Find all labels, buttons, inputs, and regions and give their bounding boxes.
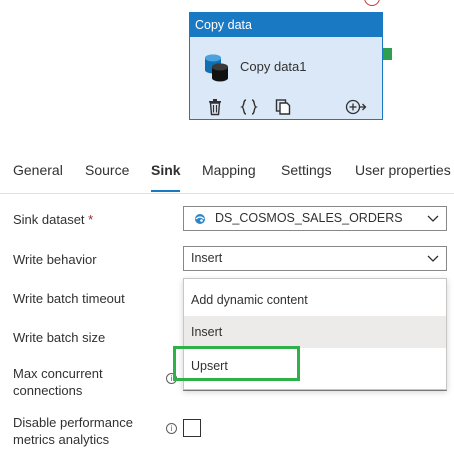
required-mark: *: [88, 212, 94, 227]
active-tab-indicator: [151, 190, 180, 192]
tab-user-properties[interactable]: User properties: [355, 162, 451, 178]
write-behavior-select[interactable]: Insert: [183, 246, 447, 271]
tab-sink[interactable]: Sink: [151, 162, 181, 178]
disable-performance-metrics-checkbox[interactable]: [183, 419, 201, 437]
option-add-dynamic-content[interactable]: Add dynamic content: [184, 284, 446, 316]
write-behavior-value: Insert: [191, 251, 223, 265]
sink-dataset-select[interactable]: DS_COSMOS_SALES_ORDERS: [183, 206, 447, 231]
add-output-icon[interactable]: [345, 98, 367, 116]
write-batch-size-label: Write batch size: [13, 330, 106, 345]
activity-type-header: Copy data: [190, 13, 382, 37]
tab-source[interactable]: Source: [85, 162, 129, 178]
chevron-down-icon: [427, 255, 439, 262]
tab-general[interactable]: General: [13, 162, 63, 178]
copy-data-activity-card[interactable]: Copy data Copy data1: [189, 12, 383, 120]
info-icon[interactable]: i: [166, 423, 177, 434]
max-concurrent-connections-label: Max concurrent connections: [13, 366, 103, 398]
clone-icon[interactable]: [274, 98, 292, 116]
tabs-divider: [0, 193, 454, 194]
failure-connector-handle[interactable]: [364, 0, 380, 6]
chevron-down-icon: [427, 215, 439, 222]
sink-dataset-label: Sink dataset *: [13, 212, 94, 227]
tab-settings[interactable]: Settings: [281, 162, 332, 178]
write-behavior-label: Write behavior: [13, 252, 97, 267]
success-connector-handle[interactable]: [383, 48, 392, 60]
write-batch-timeout-label: Write batch timeout: [13, 291, 125, 306]
trash-icon[interactable]: [206, 98, 224, 116]
sink-dataset-value: DS_COSMOS_SALES_ORDERS: [215, 211, 403, 225]
copy-data-database-icon: [205, 54, 228, 82]
cosmos-db-icon: [195, 214, 205, 224]
tab-mapping[interactable]: Mapping: [202, 162, 256, 178]
upsert-highlight-box: [173, 346, 300, 381]
option-insert[interactable]: Insert: [184, 316, 446, 348]
disable-performance-metrics-label: Disable performance metrics analytics: [13, 415, 133, 447]
braces-icon[interactable]: [240, 98, 258, 116]
activity-name: Copy data1: [240, 59, 307, 74]
